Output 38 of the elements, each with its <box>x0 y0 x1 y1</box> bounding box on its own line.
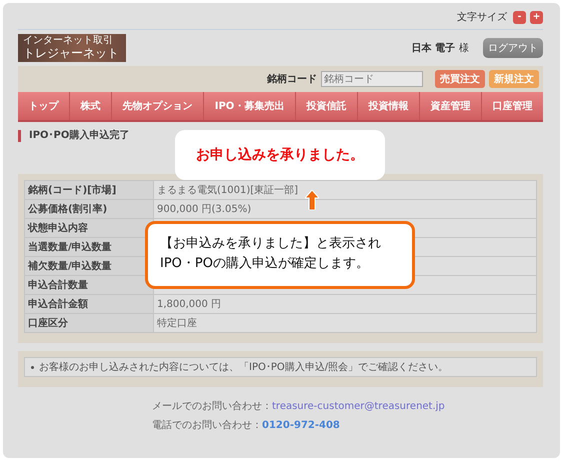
nav-tab[interactable]: トップ <box>18 92 70 120</box>
font-size-button[interactable]: + <box>530 10 543 24</box>
stock-code-field[interactable]: 銘柄コード <box>321 71 423 87</box>
nav-tab[interactable]: 投資情報 <box>358 92 420 120</box>
user-suffix: 様 <box>459 42 469 55</box>
row-label: 口座区分 <box>24 314 154 332</box>
contact-link[interactable]: 0120-972-408 <box>262 420 340 431</box>
user-name: 日本 電子 <box>412 42 455 55</box>
font-size-label: 文字サイズ <box>457 10 507 24</box>
row-value: 900,000 円(3.05%) <box>157 204 252 215</box>
nav-tab[interactable]: 投資信託 <box>296 92 358 120</box>
font-size-button[interactable]: - <box>513 10 526 24</box>
contact-link[interactable]: treasure-customer@treasurenet.jp <box>272 401 445 412</box>
row-value: 1,800,000 円 <box>157 299 222 310</box>
logo[interactable]: インターネット取引 トレジャーネット <box>18 34 126 62</box>
nav-tab[interactable]: IPO・募集売出 <box>204 92 296 120</box>
nav-tab[interactable]: 資産管理 <box>420 92 482 120</box>
row-value: まるまる電気(1001)[東証一部] <box>157 185 298 196</box>
order-button[interactable]: 新規注文 <box>489 70 539 88</box>
row-label: 状態申込内容 <box>24 218 154 238</box>
nav-tab[interactable]: 株式 <box>70 92 112 120</box>
row-label: 銘柄(コード)[市場] <box>24 180 154 200</box>
nav-tab[interactable]: 口座管理 <box>482 92 544 120</box>
callout: お申し込みを承りました。 <box>175 130 385 180</box>
logout-button[interactable]: ログアウト <box>483 38 543 58</box>
callout: 【お申込みを承りました】と表示され IPO・POの購入申込が確定します。 <box>145 221 415 289</box>
order-button[interactable]: 売買注文 <box>435 70 485 88</box>
up-arrow-icon <box>305 190 319 210</box>
contact-label: 電話でのお問い合わせ： <box>152 420 262 431</box>
contact-label: メールでのお問い合わせ： <box>152 401 272 412</box>
bullet-icon <box>31 366 34 368</box>
row-value: 特定口座 <box>157 318 197 329</box>
stock-code-label: 銘柄コード <box>267 72 317 86</box>
row-label: 申込合計金額 <box>24 294 154 314</box>
nav-tab[interactable]: 先物オプション <box>112 92 204 120</box>
row-label: 申込合計数量 <box>24 276 154 294</box>
notice-text: お客様のお申し込みされた内容については、「IPO･PO購入申込/照会」でご確認ください。 <box>39 360 448 374</box>
row-label: 公募価格(割引率) <box>24 200 154 218</box>
